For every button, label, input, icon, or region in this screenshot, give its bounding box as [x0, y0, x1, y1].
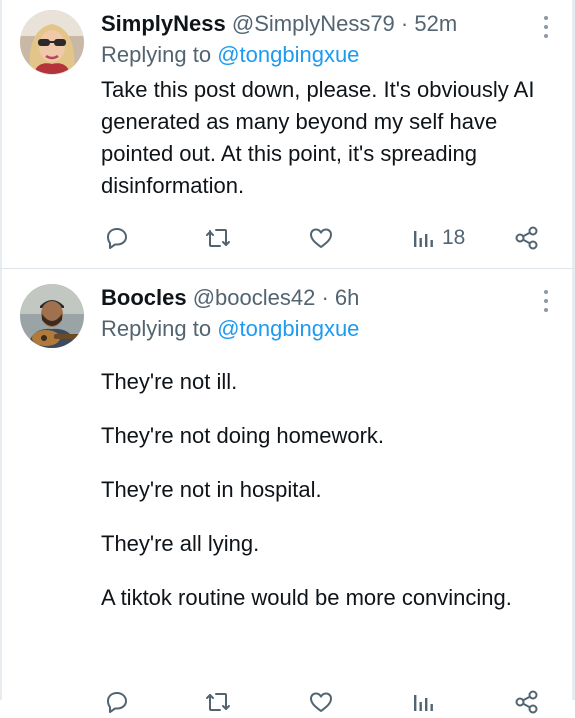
- tweet-text-line: They're not in hospital.: [101, 477, 322, 502]
- share-button[interactable]: [513, 686, 541, 718]
- like-icon: [310, 228, 332, 248]
- views-count: 18: [442, 226, 466, 249]
- tweet-content: SimplyNess @SimplyNess79 · 52m Replying …: [101, 10, 535, 202]
- retweet-button[interactable]: [204, 686, 232, 718]
- replying-to: Replying to @tongbingxue: [101, 40, 535, 70]
- replying-to-link[interactable]: @tongbingxue: [217, 42, 359, 67]
- tweet-header: SimplyNess @SimplyNess79 · 52m: [101, 10, 535, 38]
- reply-icon: [107, 692, 127, 713]
- separator: ·: [315, 285, 335, 310]
- replying-prefix: Replying to: [101, 316, 212, 341]
- views-icon: [414, 231, 433, 247]
- reply-button[interactable]: [104, 686, 130, 718]
- replying-prefix: Replying to: [101, 42, 212, 67]
- author-handle[interactable]: @SimplyNess79: [232, 11, 395, 36]
- share-button[interactable]: [513, 222, 541, 254]
- retweet-icon: [206, 693, 230, 711]
- tweet-header: Boocles @boocles42 · 6h: [101, 284, 535, 312]
- author-handle[interactable]: @boocles42: [193, 285, 316, 310]
- share-icon: [515, 226, 538, 250]
- like-button[interactable]: [307, 686, 335, 718]
- timestamp[interactable]: 52m: [414, 11, 457, 36]
- views-button[interactable]: [412, 686, 436, 718]
- tweet-text-line: They're not ill.: [101, 369, 238, 394]
- avatar[interactable]: [20, 10, 84, 75]
- tweet-text: Take this post down, please. It's obviou…: [101, 74, 535, 202]
- retweet-icon: [206, 229, 230, 247]
- tweet-text-line: They're all lying.: [101, 531, 260, 556]
- replying-to-link[interactable]: @tongbingxue: [217, 316, 359, 341]
- tweet-actions: 18: [0, 222, 575, 254]
- tweet-text-line: They're not doing homework.: [101, 423, 385, 448]
- share-icon: [515, 690, 538, 714]
- replying-to: Replying to @tongbingxue: [101, 314, 535, 344]
- reply-icon: [107, 228, 127, 249]
- like-button[interactable]: [307, 222, 335, 254]
- tweet-actions: [0, 686, 575, 718]
- author-name[interactable]: SimplyNess: [101, 11, 226, 36]
- avatar[interactable]: [20, 284, 84, 348]
- tweet-text: They're not ill. They're not doing homew…: [101, 366, 535, 614]
- author-name[interactable]: Boocles: [101, 285, 187, 310]
- views-button[interactable]: 18: [412, 222, 465, 254]
- views-icon: [414, 695, 433, 711]
- tweet-text-line: Take this post down, please. It's obviou…: [101, 77, 535, 198]
- reply-button[interactable]: [104, 222, 130, 254]
- tweet-text-line: A tiktok routine would be more convincin…: [101, 585, 512, 610]
- tweet-content: Boocles @boocles42 · 6h Replying to @ton…: [101, 284, 535, 636]
- more-icon[interactable]: [543, 16, 549, 38]
- like-icon: [310, 692, 332, 712]
- more-icon[interactable]: [543, 290, 549, 312]
- retweet-button[interactable]: [204, 222, 232, 254]
- separator: ·: [394, 11, 415, 36]
- timestamp[interactable]: 6h: [335, 285, 359, 310]
